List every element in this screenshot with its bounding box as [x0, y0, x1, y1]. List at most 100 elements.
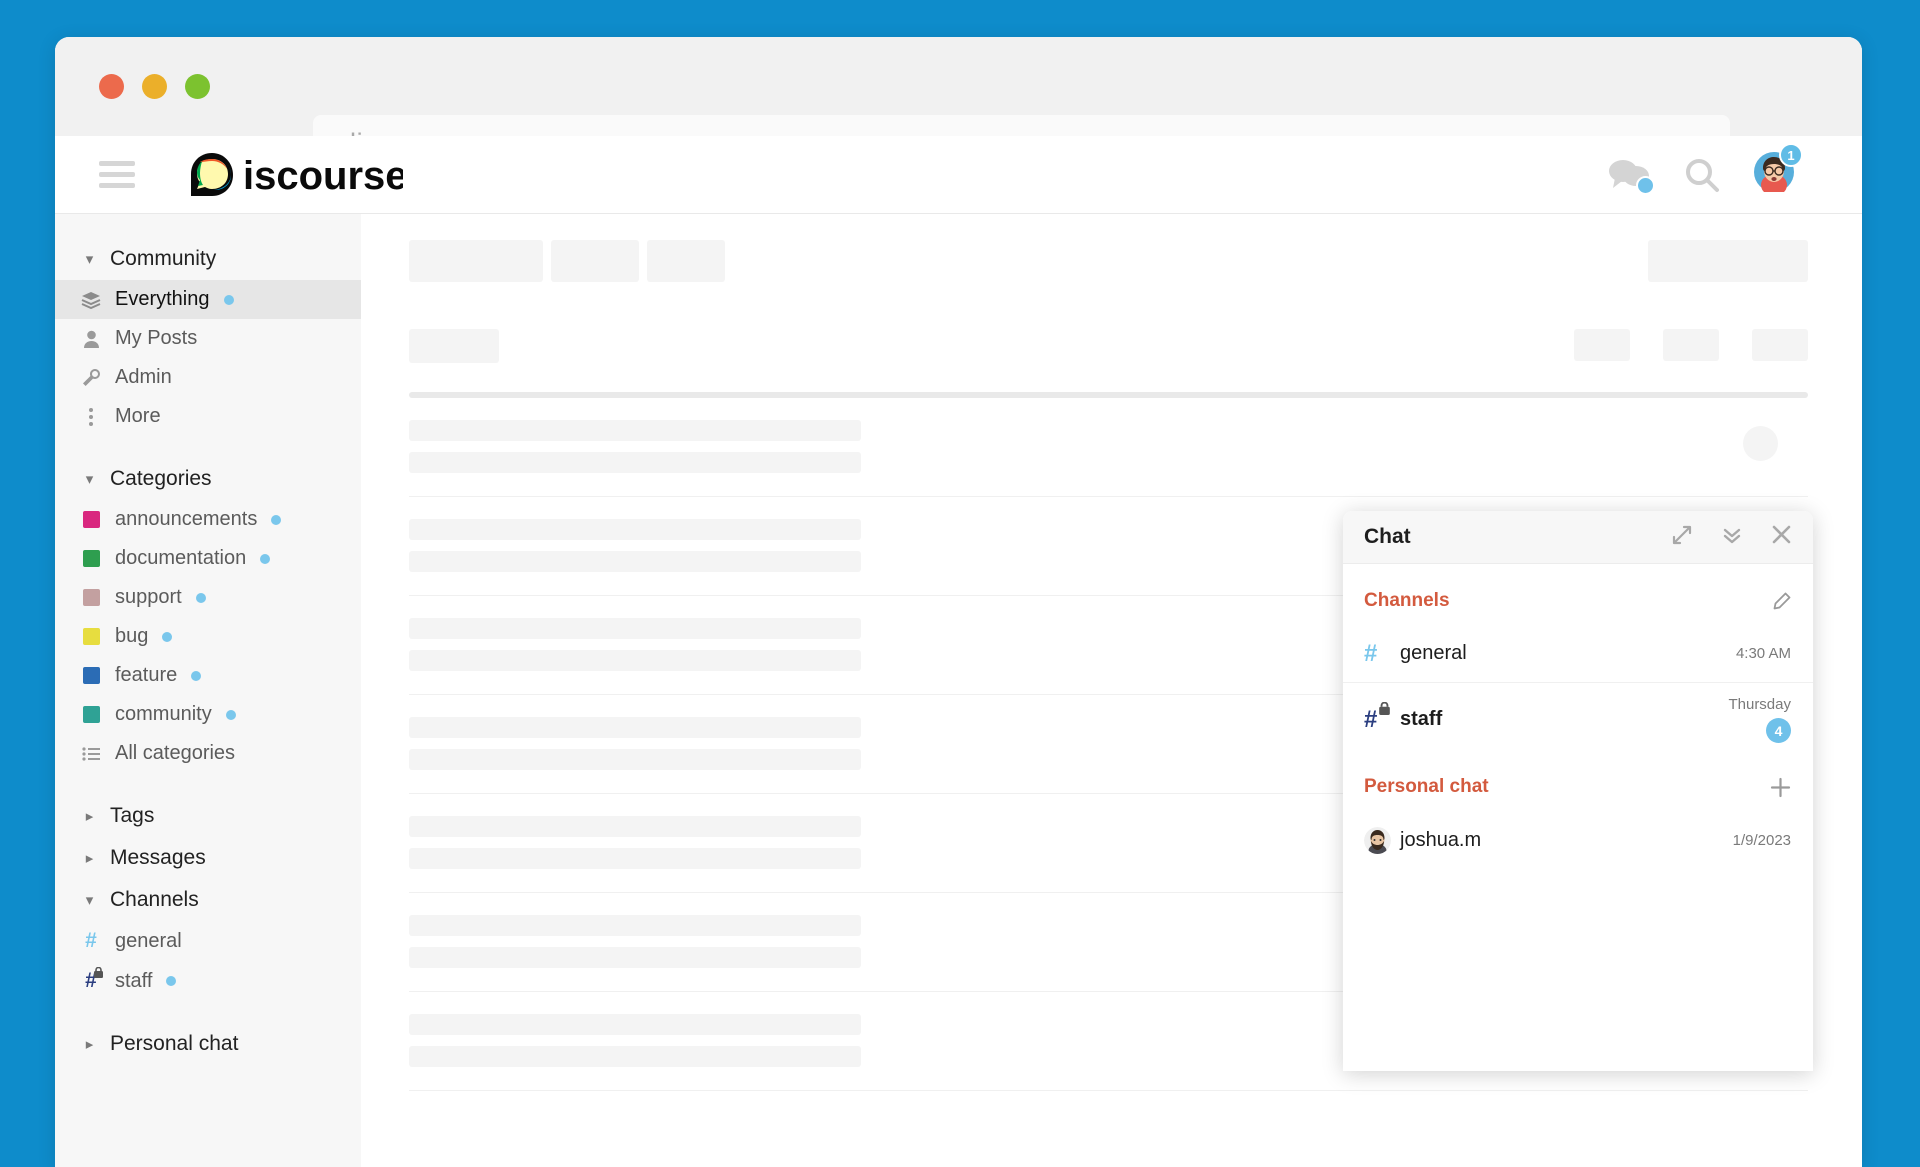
category-swatch-icon [81, 511, 101, 528]
sidebar-item-channel-staff[interactable]: # staff [55, 961, 361, 1001]
skeleton-topic-lines [409, 816, 861, 869]
sidebar-item-more[interactable]: More [55, 397, 361, 436]
hamburger-icon[interactable] [99, 161, 135, 188]
sidebar-section-messages[interactable]: ▸ Messages [55, 837, 361, 879]
chat-dm-meta: 1/9/2023 [1733, 832, 1791, 849]
chat-channel-row-general[interactable]: # general 4:30 AM [1343, 625, 1813, 683]
chevron-down-icon: ▾ [85, 471, 94, 488]
skeleton-topic-lines [409, 717, 861, 770]
skeleton-line [409, 551, 861, 572]
sidebar-item-documentation[interactable]: documentation [55, 539, 361, 578]
header-actions: 1 [1608, 143, 1822, 197]
sidebar-item-announcements[interactable]: announcements [55, 500, 361, 539]
sidebar-section-personal-chat[interactable]: ▸ Personal chat [55, 1023, 361, 1065]
unread-dot [260, 553, 271, 564]
skeleton-topic-lines [409, 618, 861, 671]
skeleton-topic-lines [409, 519, 861, 572]
chat-group-title: Channels [1364, 590, 1450, 611]
sidebar-section-label: Channels [110, 888, 199, 911]
notification-badge: 1 [1779, 143, 1803, 167]
skeleton-nav-row [409, 240, 1808, 282]
unread-dot [162, 631, 173, 642]
expand-icon[interactable] [1672, 525, 1692, 550]
skeleton-line [409, 519, 861, 540]
category-swatch-icon [81, 667, 101, 684]
sidebar-item-label: More [115, 405, 161, 427]
chat-channel-meta: Thursday 4 [1728, 696, 1791, 743]
category-swatch-icon [81, 589, 101, 606]
hash-lock-icon: # [81, 967, 103, 993]
chat-channel-time: 4:30 AM [1735, 645, 1791, 662]
chat-group-header-channels: Channels [1343, 570, 1813, 625]
sidebar-item-channel-general[interactable]: # general [55, 921, 361, 961]
close-window-button[interactable] [99, 74, 124, 99]
close-icon[interactable] [1772, 525, 1791, 549]
sidebar-section-channels[interactable]: ▾ Channels [55, 879, 361, 921]
hash-icon: # [85, 929, 97, 952]
discourse-logo-icon: iscourse [191, 152, 403, 198]
plus-icon[interactable] [1770, 777, 1791, 798]
chat-group-title: Personal chat [1364, 776, 1489, 797]
sidebar-item-label: Everything [115, 288, 210, 310]
sidebar-item-label: Admin [115, 366, 172, 388]
skeleton-topic-lines [409, 420, 861, 473]
skeleton-topic-lines [409, 915, 861, 968]
sidebar-item-my-posts[interactable]: My Posts [55, 319, 361, 358]
sidebar-item-support[interactable]: support [55, 578, 361, 617]
skeleton-nav-pills [409, 240, 725, 282]
sidebar-section-community[interactable]: ▾ Community [55, 238, 361, 280]
sidebar-section-tags[interactable]: ▸ Tags [55, 795, 361, 837]
skeleton-avatar-group [1743, 420, 1808, 461]
skeleton-block [1663, 329, 1719, 361]
skeleton-line [409, 420, 861, 441]
category-swatch-icon [81, 550, 101, 567]
chat-channel-row-staff[interactable]: # staff Thursday 4 [1343, 683, 1813, 756]
unread-dot [191, 670, 202, 681]
sidebar-item-label: staff [115, 969, 153, 992]
skeleton-line [409, 915, 861, 936]
skeleton-topic-row [409, 398, 1808, 497]
sidebar-item-label: general [115, 929, 182, 952]
sidebar-item-label: support [115, 586, 182, 608]
minimize-window-button[interactable] [142, 74, 167, 99]
skeleton-block [1648, 240, 1808, 282]
skeleton-block [1574, 329, 1630, 361]
sidebar-item-feature[interactable]: feature [55, 656, 361, 695]
skeleton-line [409, 1014, 861, 1035]
chat-channel-name: general [1400, 642, 1467, 664]
chat-dm-row-joshua[interactable]: joshua.m 1/9/2023 [1343, 811, 1813, 869]
sidebar-section-categories[interactable]: ▾ Categories [55, 458, 361, 500]
collapse-chevrons-icon[interactable] [1721, 525, 1743, 550]
user-icon [81, 330, 101, 348]
skeleton-line [409, 717, 861, 738]
chat-dm-name: joshua.m [1400, 828, 1482, 851]
pencil-icon[interactable] [1772, 592, 1791, 611]
user-avatar[interactable]: 1 [1754, 143, 1803, 197]
skeleton-filter-row [409, 329, 1808, 363]
sidebar-item-community[interactable]: community [55, 695, 361, 734]
browser-titlebar: discourse.org [55, 37, 1862, 171]
chat-bubble-icon[interactable] [1608, 158, 1655, 195]
skeleton-block [409, 329, 499, 363]
chat-channel-meta: 4:30 AM [1736, 645, 1791, 662]
category-swatch-icon [81, 706, 101, 723]
sidebar-item-label: My Posts [115, 327, 198, 349]
window-controls [99, 74, 210, 99]
site-header: iscourse 1 [55, 136, 1862, 214]
sidebar-item-bug[interactable]: bug [55, 617, 361, 656]
sidebar-section-label: Tags [110, 804, 155, 827]
sidebar-item-everything[interactable]: Everything [55, 280, 361, 319]
search-icon[interactable] [1684, 157, 1720, 193]
maximize-window-button[interactable] [185, 74, 210, 99]
sidebar-section-label: Personal chat [110, 1032, 239, 1055]
chat-unread-badge: 4 [1766, 718, 1791, 743]
sidebar-item-all-categories[interactable]: All categories [55, 734, 361, 773]
skeleton-line [409, 749, 861, 770]
unread-dot [271, 514, 282, 525]
sidebar-item-admin[interactable]: Admin [55, 358, 361, 397]
discourse-logo[interactable]: iscourse [188, 151, 403, 199]
list-icon [81, 746, 101, 761]
